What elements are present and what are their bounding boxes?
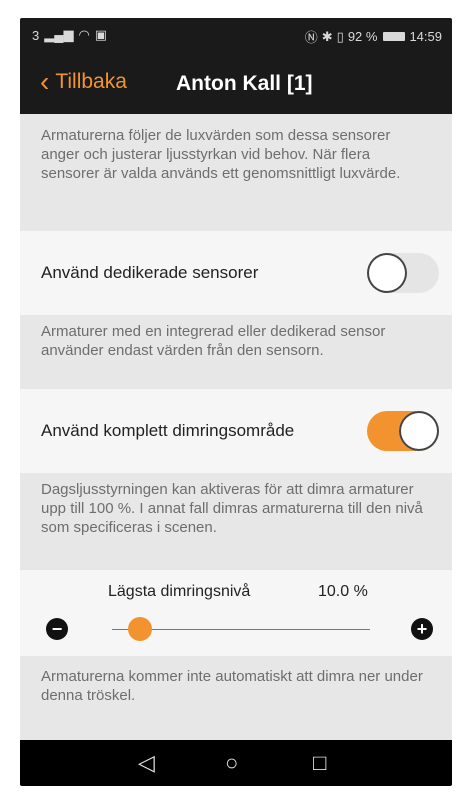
setting-row-dedicated-sensors: Använd dedikerade sensorer (20, 231, 452, 315)
signal-icon: ▂▄▆ (44, 27, 74, 42)
back-label: Tillbaka (55, 70, 127, 93)
vibrate-icon: ▯ (336, 28, 344, 44)
toggle-knob (367, 253, 407, 293)
home-circle-icon[interactable]: ○ (225, 750, 238, 776)
back-button[interactable]: ‹ Tillbaka (40, 66, 127, 97)
recents-square-icon[interactable]: □ (313, 750, 326, 776)
min-dimming-label: Lägsta dimringsnivå (108, 583, 251, 600)
wifi-icon: ◠ (78, 27, 90, 42)
plus-circle-icon[interactable]: + (411, 618, 433, 640)
bluetooth-icon: ✱ (321, 28, 333, 44)
status-bar: 3 ▂▄▆ ◠ ▣ Ⓝ ✱ ▯ 92 % 14:59 (20, 18, 452, 54)
min-dimming-slider-row: Lägsta dimringsnivå 10.0 % − + (20, 570, 452, 656)
setting-row-full-dimming: Använd komplett dimringsområde (20, 389, 452, 473)
system-nav-bar: ◁ ○ □ (20, 740, 452, 786)
minus-circle-icon[interactable]: − (46, 618, 68, 640)
toggle-knob (399, 411, 439, 451)
slider-thumb[interactable] (127, 617, 152, 641)
app-screen: 3 ▂▄▆ ◠ ▣ Ⓝ ✱ ▯ 92 % 14:59 ‹ Tillbaka An… (20, 18, 452, 786)
battery-percent: 92 % (347, 29, 378, 44)
full-dimming-toggle[interactable] (367, 411, 439, 451)
nfc-icon: Ⓝ (304, 30, 318, 45)
dedicated-sensors-toggle[interactable] (367, 253, 439, 293)
sim-indicator: 3 (32, 27, 40, 43)
back-triangle-icon[interactable]: ◁ (138, 750, 155, 776)
dedicated-sensors-label: Använd dedikerade sensorer (41, 263, 259, 282)
nav-bar: ‹ Tillbaka Anton Kall [1] (20, 54, 452, 114)
clock: 14:59 (409, 29, 442, 44)
description-threshold: Armaturerna kommer inte automatiskt att … (20, 667, 452, 705)
description-full-dimming: Dagsljusstyrningen kan aktiveras för att… (20, 480, 452, 537)
description-top: Armaturerna följer de luxvärden som dess… (20, 126, 452, 183)
chevron-left-icon: ‹ (40, 66, 50, 97)
page-title: Anton Kall [1] (176, 72, 313, 95)
full-dimming-label: Använd komplett dimringsområde (41, 421, 295, 440)
min-dimming-value: 10.0 % (318, 583, 368, 600)
description-dedicated: Armaturer med en integrerad eller dedike… (20, 322, 452, 360)
battery-icon (383, 32, 406, 41)
notification-icon: ▣ (94, 27, 108, 42)
